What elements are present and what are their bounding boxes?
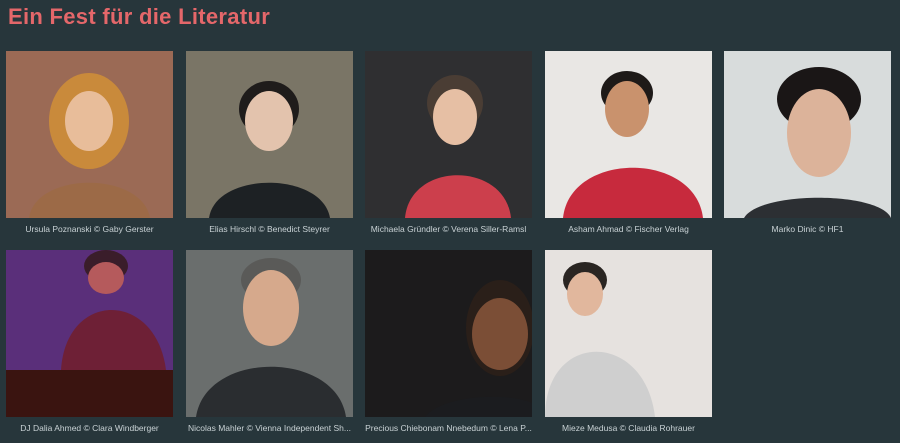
- photo-caption: DJ Dalia Ahmed © Clara Windberger: [20, 423, 159, 433]
- author-photo[interactable]: [186, 250, 353, 417]
- author-card[interactable]: Michaela Gründler © Verena Siller-Ramsl: [365, 51, 532, 234]
- author-photo[interactable]: [724, 51, 891, 218]
- author-photo[interactable]: [365, 51, 532, 218]
- photo-caption: Mieze Medusa © Claudia Rohrauer: [562, 423, 695, 433]
- author-card[interactable]: Asham Ahmad © Fischer Verlag: [545, 51, 712, 234]
- author-photo[interactable]: [6, 250, 173, 417]
- photo-caption: Precious Chiebonam Nnebedum © Lena P...: [365, 423, 532, 433]
- page-title: Ein Fest für die Literatur: [8, 4, 271, 29]
- author-photo[interactable]: [186, 51, 353, 218]
- photo-caption: Asham Ahmad © Fischer Verlag: [568, 224, 689, 234]
- author-card[interactable]: Mieze Medusa © Claudia Rohrauer: [545, 250, 712, 433]
- author-photo[interactable]: [365, 250, 532, 417]
- author-card[interactable]: Marko Dinic © HF1: [724, 51, 891, 234]
- photo-caption: Nicolas Mahler © Vienna Independent Sh..…: [188, 423, 351, 433]
- author-photo[interactable]: [545, 51, 712, 218]
- author-card[interactable]: Elias Hirschl © Benedict Steyrer: [186, 51, 353, 234]
- author-photo[interactable]: [545, 250, 712, 417]
- photo-caption: Elias Hirschl © Benedict Steyrer: [209, 224, 330, 234]
- author-card[interactable]: Nicolas Mahler © Vienna Independent Sh..…: [186, 250, 353, 433]
- photo-caption: Ursula Poznanski © Gaby Gerster: [25, 224, 154, 234]
- photo-caption: Michaela Gründler © Verena Siller-Ramsl: [370, 224, 527, 234]
- author-photo[interactable]: [6, 51, 173, 218]
- author-card[interactable]: DJ Dalia Ahmed © Clara Windberger: [6, 250, 173, 433]
- author-card[interactable]: Ursula Poznanski © Gaby Gerster: [6, 51, 173, 234]
- photo-caption: Marko Dinic © HF1: [771, 224, 844, 234]
- author-card[interactable]: Precious Chiebonam Nnebedum © Lena P...: [365, 250, 532, 433]
